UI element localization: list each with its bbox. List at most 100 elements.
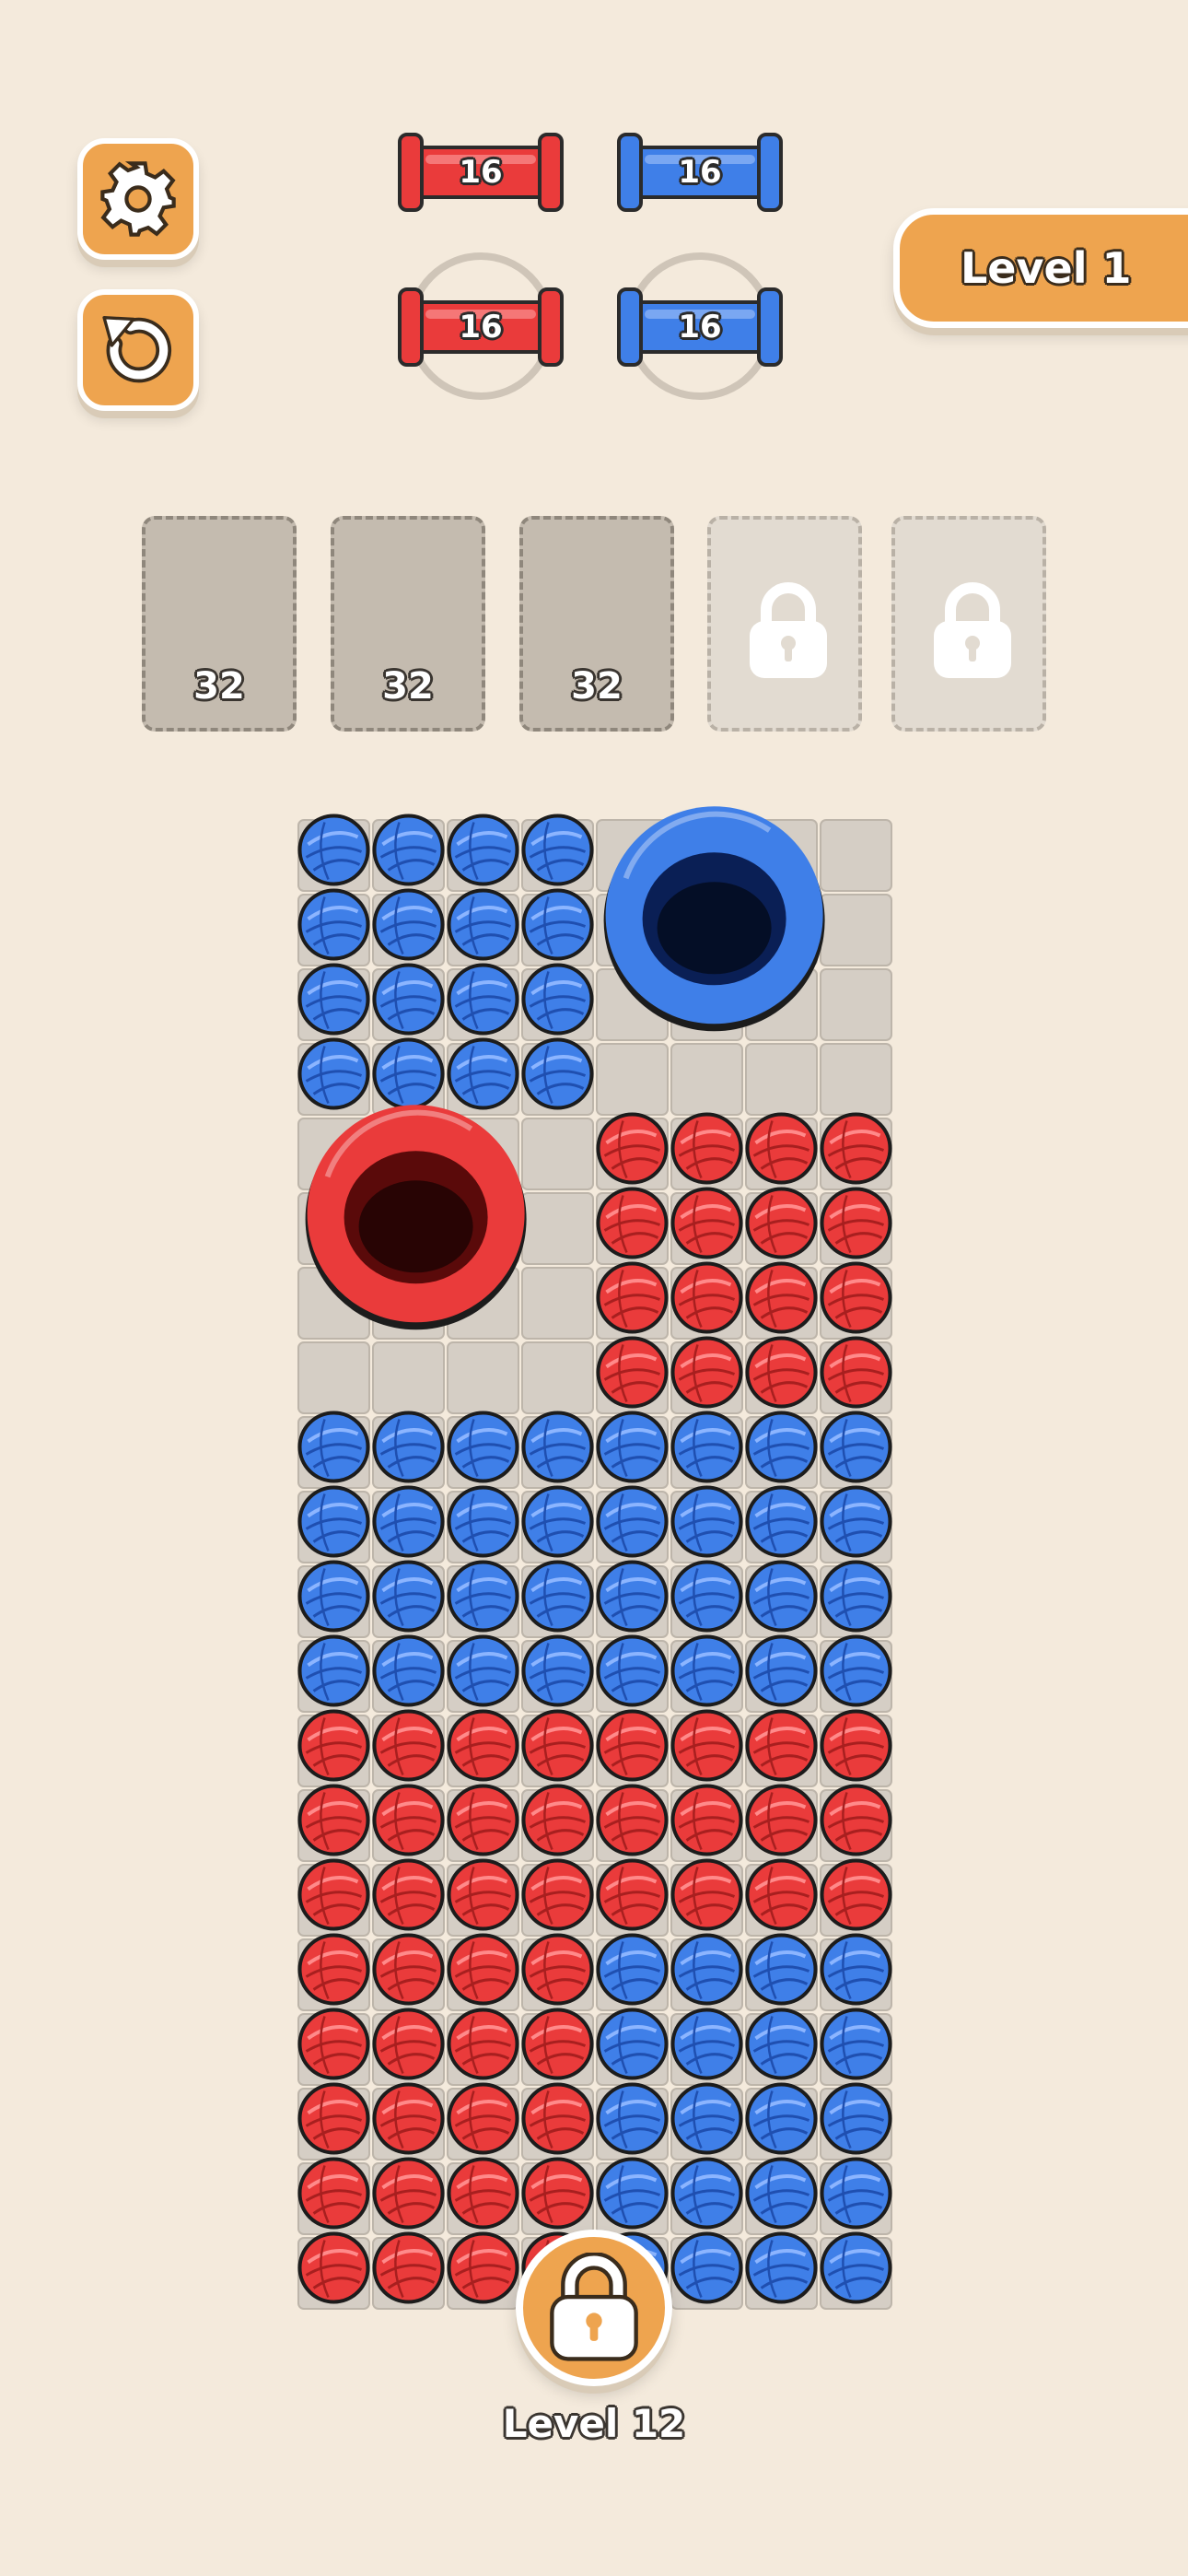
blue-yarn-ball: [447, 814, 519, 886]
blue-yarn-ball: [596, 1411, 669, 1483]
red-yarn-ball: [745, 1336, 818, 1409]
red-yarn-hole[interactable]: [305, 1105, 527, 1330]
blue-yarn-ball: [521, 1485, 594, 1558]
board-tile: [297, 1341, 370, 1414]
blue-yarn-hole[interactable]: [603, 806, 825, 1032]
blue-yarn-ball: [596, 2082, 669, 2155]
blue-yarn-ball: [670, 2008, 743, 2080]
red-yarn-ball: [372, 2082, 445, 2155]
blue-yarn-ball: [297, 888, 370, 961]
red-yarn-ball: [521, 1858, 594, 1931]
red-yarn-ball: [372, 1709, 445, 1782]
blue-yarn-ball: [670, 2082, 743, 2155]
blue-yarn-ball: [447, 963, 519, 1036]
blue-yarn-ball: [372, 1634, 445, 1707]
blue-yarn-ball: [670, 1485, 743, 1558]
blue-yarn-ball: [297, 1037, 370, 1110]
board-tile: [820, 968, 892, 1041]
blue-yarn-ball: [820, 1411, 892, 1483]
next-level-label: Level 12: [502, 2401, 686, 2446]
board-tile: [372, 1341, 445, 1414]
red-yarn-ball: [521, 2157, 594, 2230]
red-yarn-ball: [447, 2008, 519, 2080]
blue-yarn-ball: [297, 1485, 370, 1558]
red-yarn-ball: [297, 2231, 370, 2304]
red-yarn-ball: [670, 1112, 743, 1185]
blue-yarn-ball: [820, 2231, 892, 2304]
red-yarn-ball: [447, 2231, 519, 2304]
red-yarn-ball: [745, 1709, 818, 1782]
red-yarn-ball: [297, 1709, 370, 1782]
red-yarn-ball: [521, 2008, 594, 2080]
blue-yarn-ball: [521, 1560, 594, 1633]
board-tile: [521, 1192, 594, 1265]
blue-yarn-ball: [447, 1037, 519, 1110]
blue-yarn-ball: [745, 1411, 818, 1483]
red-yarn-ball: [372, 2008, 445, 2080]
red-yarn-ball: [372, 1784, 445, 1856]
red-yarn-ball: [745, 1261, 818, 1334]
blue-yarn-ball: [297, 963, 370, 1036]
blue-yarn-ball: [670, 2231, 743, 2304]
blue-yarn-ball: [521, 963, 594, 1036]
red-yarn-ball: [670, 1784, 743, 1856]
blue-yarn-ball: [820, 1634, 892, 1707]
blue-yarn-ball: [521, 1634, 594, 1707]
red-yarn-ball: [372, 2231, 445, 2304]
blue-yarn-ball: [745, 2231, 818, 2304]
red-yarn-ball: [820, 1112, 892, 1185]
red-yarn-ball: [447, 1784, 519, 1856]
red-yarn-ball: [297, 1784, 370, 1856]
red-yarn-ball: [820, 1784, 892, 1856]
blue-yarn-ball: [297, 814, 370, 886]
red-yarn-ball: [670, 1187, 743, 1259]
blue-yarn-ball: [521, 1037, 594, 1110]
blue-yarn-ball: [820, 1933, 892, 2006]
blue-yarn-ball: [820, 2157, 892, 2230]
lock-icon: [550, 2253, 638, 2361]
yarn-board: [297, 806, 892, 2310]
unlock-level-button[interactable]: [516, 2230, 672, 2386]
board-tile: [820, 894, 892, 966]
blue-yarn-ball: [596, 1634, 669, 1707]
blue-yarn-ball: [745, 2082, 818, 2155]
blue-yarn-ball: [447, 1560, 519, 1633]
red-yarn-ball: [521, 1784, 594, 1856]
red-yarn-ball: [297, 2157, 370, 2230]
blue-yarn-ball: [670, 1933, 743, 2006]
blue-yarn-ball: [372, 814, 445, 886]
red-yarn-ball: [447, 1709, 519, 1782]
red-yarn-ball: [670, 1261, 743, 1334]
red-yarn-ball: [820, 1858, 892, 1931]
red-yarn-ball: [297, 1933, 370, 2006]
red-yarn-ball: [670, 1336, 743, 1409]
red-yarn-ball: [297, 1858, 370, 1931]
red-yarn-ball: [596, 1261, 669, 1334]
red-yarn-ball: [447, 2082, 519, 2155]
red-yarn-ball: [447, 1858, 519, 1931]
blue-yarn-ball: [820, 1560, 892, 1633]
red-yarn-ball: [596, 1336, 669, 1409]
red-yarn-ball: [820, 1261, 892, 1334]
red-yarn-ball: [596, 1709, 669, 1782]
blue-yarn-ball: [297, 1634, 370, 1707]
board-tile: [820, 1043, 892, 1116]
red-yarn-ball: [820, 1187, 892, 1259]
board-tile: [596, 1043, 669, 1116]
board-tile: [670, 1043, 743, 1116]
blue-yarn-ball: [297, 1411, 370, 1483]
blue-yarn-ball: [820, 2008, 892, 2080]
red-yarn-ball: [521, 1933, 594, 2006]
red-yarn-ball: [745, 1112, 818, 1185]
board-tile: [745, 1043, 818, 1116]
blue-yarn-ball: [596, 1560, 669, 1633]
red-yarn-ball: [820, 1709, 892, 1782]
red-yarn-ball: [745, 1858, 818, 1931]
blue-yarn-ball: [670, 2157, 743, 2230]
blue-yarn-ball: [670, 1634, 743, 1707]
blue-yarn-ball: [670, 1411, 743, 1483]
blue-yarn-ball: [745, 1634, 818, 1707]
red-yarn-ball: [596, 1112, 669, 1185]
blue-yarn-ball: [820, 1485, 892, 1558]
blue-yarn-ball: [745, 1560, 818, 1633]
